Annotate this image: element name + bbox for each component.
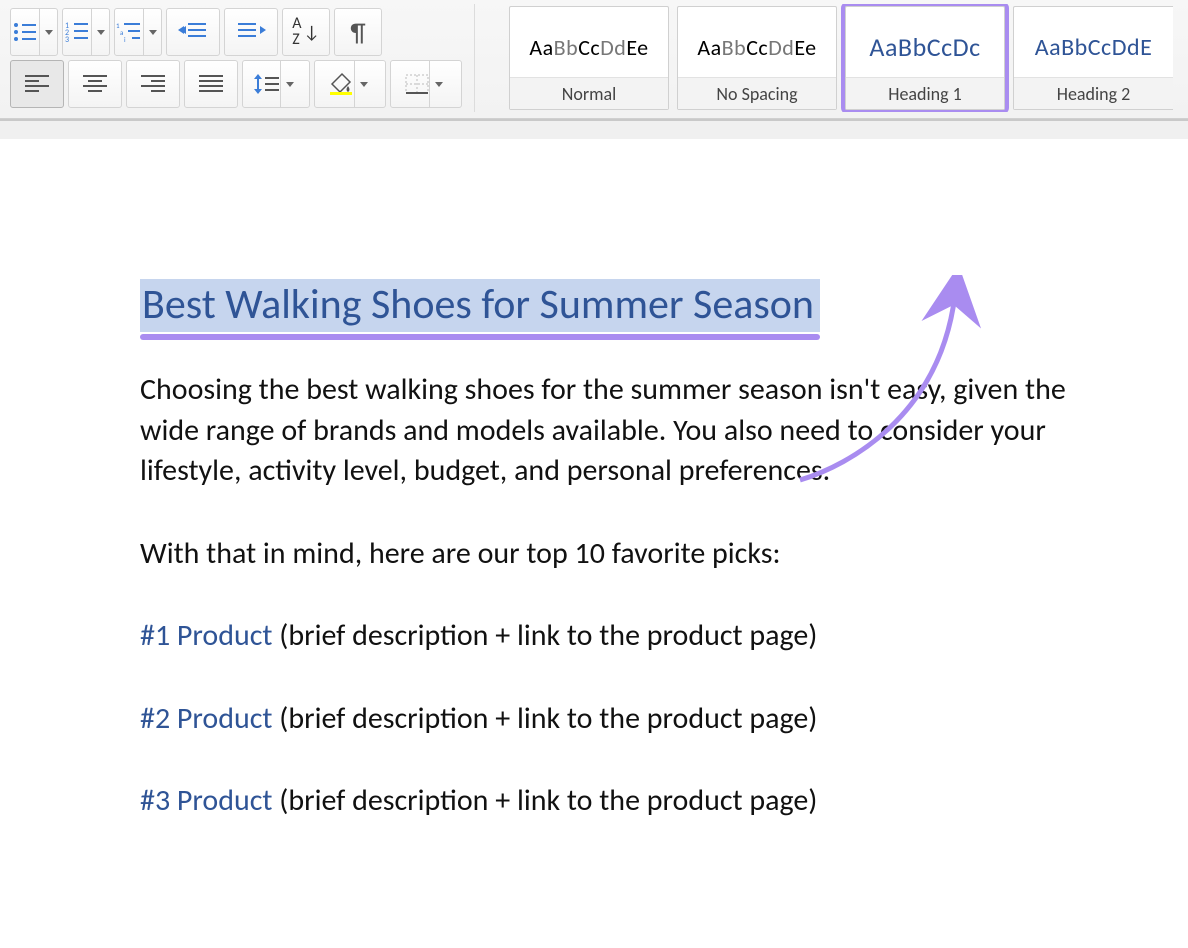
multilevel-list-icon: 1 a i xyxy=(115,20,143,44)
style-preview: AaBbCcDdE xyxy=(1014,7,1173,77)
style-heading-1[interactable]: AaBbCcDc Heading 1 xyxy=(845,6,1005,110)
paragraph[interactable]: With that in mind, here are our top 10 f… xyxy=(140,534,1070,575)
shading-button[interactable] xyxy=(314,60,386,108)
borders-button[interactable] xyxy=(390,60,462,108)
style-label: No Spacing xyxy=(678,77,836,109)
dropdown-icon[interactable] xyxy=(39,9,57,55)
svg-text:3: 3 xyxy=(65,35,69,44)
style-preview: AaBbCcDdEe xyxy=(510,7,668,77)
multilevel-list-button[interactable]: 1 a i xyxy=(114,8,162,56)
increase-indent-button[interactable] xyxy=(224,8,278,56)
product-desc: (brief description + link to the product… xyxy=(272,700,817,737)
svg-text:a: a xyxy=(120,28,123,37)
product-name: #1 Product xyxy=(140,617,272,654)
sort-icon: AZ xyxy=(292,16,301,48)
align-center-button[interactable] xyxy=(68,60,122,108)
product-name: #3 Product xyxy=(140,782,272,819)
product-name: #2 Product xyxy=(140,700,272,737)
style-normal[interactable]: AaBbCcDdEe Normal xyxy=(509,6,669,110)
style-preview: AaBbCcDdEe xyxy=(678,7,836,77)
document-heading-1[interactable]: Best Walking Shoes for Summer Season xyxy=(140,279,820,332)
document-area: Best Walking Shoes for Summer Season Cho… xyxy=(0,120,1188,914)
paragraph-group: 1 2 3 1 a i xyxy=(6,4,475,112)
dropdown-icon[interactable] xyxy=(429,61,447,107)
borders-icon xyxy=(405,74,429,94)
numbered-list-icon: 1 2 3 xyxy=(63,20,91,44)
product-line[interactable]: #3 Product (brief description + link to … xyxy=(140,781,1070,822)
style-no-spacing[interactable]: AaBbCcDdEe No Spacing xyxy=(677,6,837,110)
product-line[interactable]: #1 Product (brief description + link to … xyxy=(140,616,1070,657)
style-label: Normal xyxy=(510,77,668,109)
numbered-list-button[interactable]: 1 2 3 xyxy=(62,8,110,56)
line-spacing-icon xyxy=(254,74,280,94)
decrease-indent-button[interactable] xyxy=(166,8,220,56)
document-body[interactable]: Choosing the best walking shoes for the … xyxy=(140,370,1070,822)
style-label: Heading 1 xyxy=(846,77,1004,109)
style-preview: AaBbCcDc xyxy=(846,7,1004,77)
align-right-icon xyxy=(141,75,165,93)
align-center-icon xyxy=(83,75,107,93)
dropdown-icon[interactable] xyxy=(143,9,161,55)
align-left-button[interactable] xyxy=(10,60,64,108)
down-arrow-icon: ↓ xyxy=(303,21,319,43)
paint-bucket-icon xyxy=(328,72,354,96)
dropdown-icon[interactable] xyxy=(91,9,109,55)
justify-icon xyxy=(199,75,223,93)
align-right-button[interactable] xyxy=(126,60,180,108)
paragraph[interactable]: Choosing the best walking shoes for the … xyxy=(140,370,1070,492)
show-formatting-button[interactable]: ¶ xyxy=(334,8,382,56)
style-heading-2[interactable]: AaBbCcDdE Heading 2 xyxy=(1013,6,1173,110)
decrease-indent-icon xyxy=(178,21,208,43)
style-label: Heading 2 xyxy=(1014,77,1173,109)
bulleted-list-button[interactable] xyxy=(10,8,58,56)
product-desc: (brief description + link to the product… xyxy=(272,782,817,819)
svg-text:i: i xyxy=(124,35,126,44)
product-desc: (brief description + link to the product… xyxy=(272,617,817,654)
sort-button[interactable]: AZ ↓ xyxy=(282,8,330,56)
dropdown-icon[interactable] xyxy=(280,61,298,107)
bulleted-list-icon xyxy=(11,20,39,44)
document-page[interactable]: Best Walking Shoes for Summer Season Cho… xyxy=(0,139,1188,914)
product-line[interactable]: #2 Product (brief description + link to … xyxy=(140,699,1070,740)
line-spacing-button[interactable] xyxy=(242,60,310,108)
increase-indent-icon xyxy=(236,21,266,43)
dropdown-icon[interactable] xyxy=(354,61,372,107)
styles-gallery: AaBbCcDdEe Normal AaBbCcDdEe No Spacing … xyxy=(475,4,1182,112)
ribbon: 1 2 3 1 a i xyxy=(0,0,1188,119)
justify-button[interactable] xyxy=(184,60,238,108)
pilcrow-icon: ¶ xyxy=(350,16,365,48)
align-left-icon xyxy=(25,75,49,93)
